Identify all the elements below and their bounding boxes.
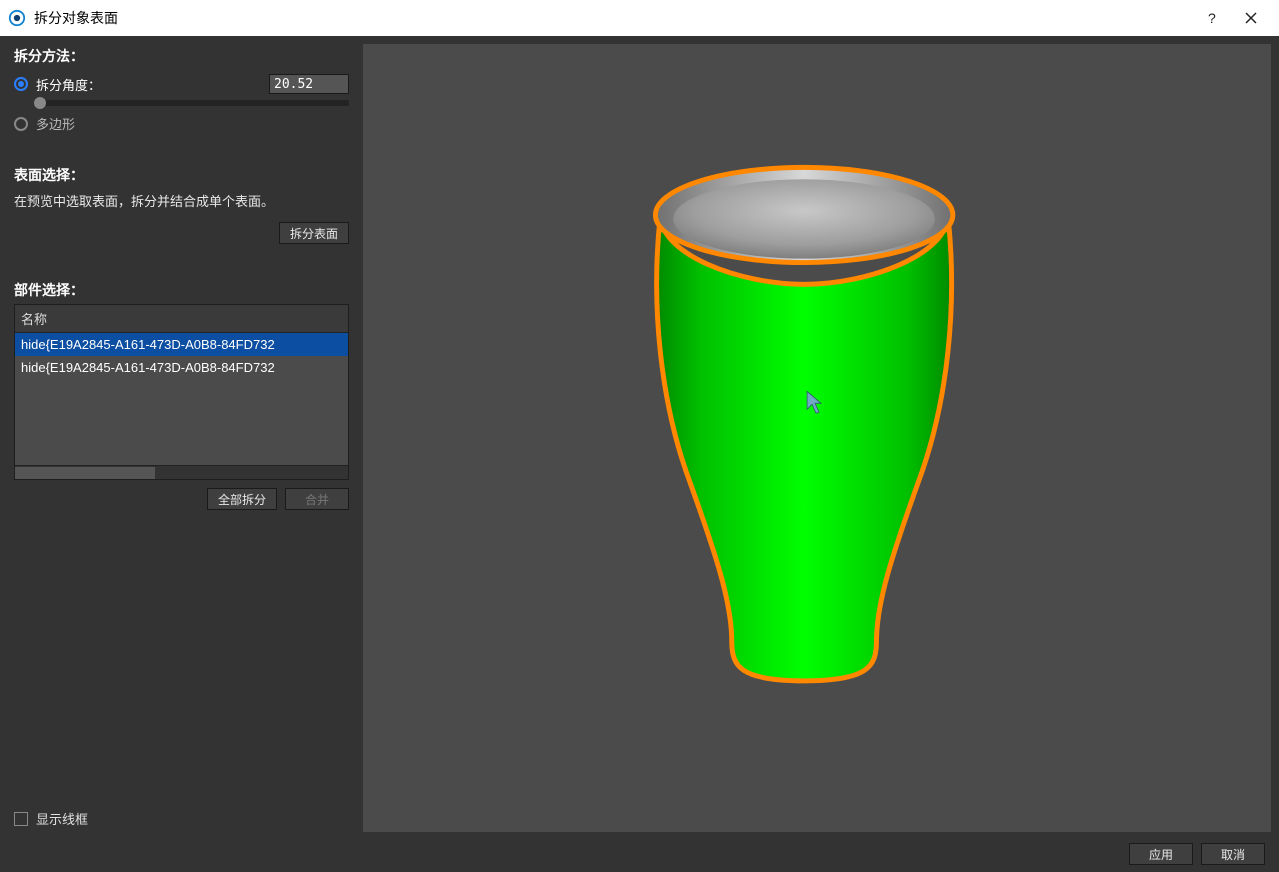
radio-on-icon [14,77,28,91]
split-angle-label: 拆分角度： [36,75,101,94]
angle-input[interactable] [269,74,349,94]
sidebar: 拆分方法： 拆分角度： 多边形 表面选择： 在预览中选取表面，拆分并结合成单个表… [0,36,363,872]
slider-thumb-icon[interactable] [34,97,46,109]
app-icon [8,9,26,27]
surface-heading: 表面选择： [0,155,363,189]
method-heading: 拆分方法： [0,36,363,70]
merge-button[interactable]: 合并 [285,488,349,510]
parts-list: 名称 hide{E19A2845-A161-473D-A0B8-84FD732 … [14,304,349,480]
list-item[interactable]: hide{E19A2845-A161-473D-A0B8-84FD732 [15,333,348,356]
footer-bar: 应用 取消 [0,836,1279,872]
polygon-option[interactable]: 多边形 [0,110,363,137]
split-surface-button[interactable]: 拆分表面 [279,222,349,244]
wireframe-label: 显示线框 [36,809,88,828]
parts-heading: 部件选择： [0,270,363,304]
split-all-button[interactable]: 全部拆分 [207,488,277,510]
preview-viewport[interactable] [363,44,1271,832]
svg-text:?: ? [1208,11,1216,25]
viewport-svg [363,44,1271,832]
parts-header-name[interactable]: 名称 [15,305,348,333]
scrollbar-thumb[interactable] [15,467,155,479]
horizontal-scrollbar[interactable] [15,465,348,479]
split-angle-option[interactable]: 拆分角度： [0,70,363,98]
help-button[interactable]: ? [1191,0,1231,36]
cancel-button[interactable]: 取消 [1201,843,1265,865]
parts-list-body[interactable]: hide{E19A2845-A161-473D-A0B8-84FD732 hid… [15,333,348,465]
apply-button[interactable]: 应用 [1129,843,1193,865]
angle-slider[interactable] [34,100,349,106]
wireframe-option[interactable]: 显示线框 [14,809,88,828]
content-area: 拆分方法： 拆分角度： 多边形 表面选择： 在预览中选取表面，拆分并结合成单个表… [0,36,1279,872]
close-button[interactable] [1231,0,1271,36]
list-item[interactable]: hide{E19A2845-A161-473D-A0B8-84FD732 [15,356,348,379]
surface-desc: 在预览中选取表面，拆分并结合成单个表面。 [0,189,363,218]
checkbox-icon [14,812,28,826]
polygon-label: 多边形 [36,114,75,133]
radio-off-icon [14,117,28,131]
title-bar: 拆分对象表面 ? [0,0,1279,36]
window-title: 拆分对象表面 [34,8,1191,28]
